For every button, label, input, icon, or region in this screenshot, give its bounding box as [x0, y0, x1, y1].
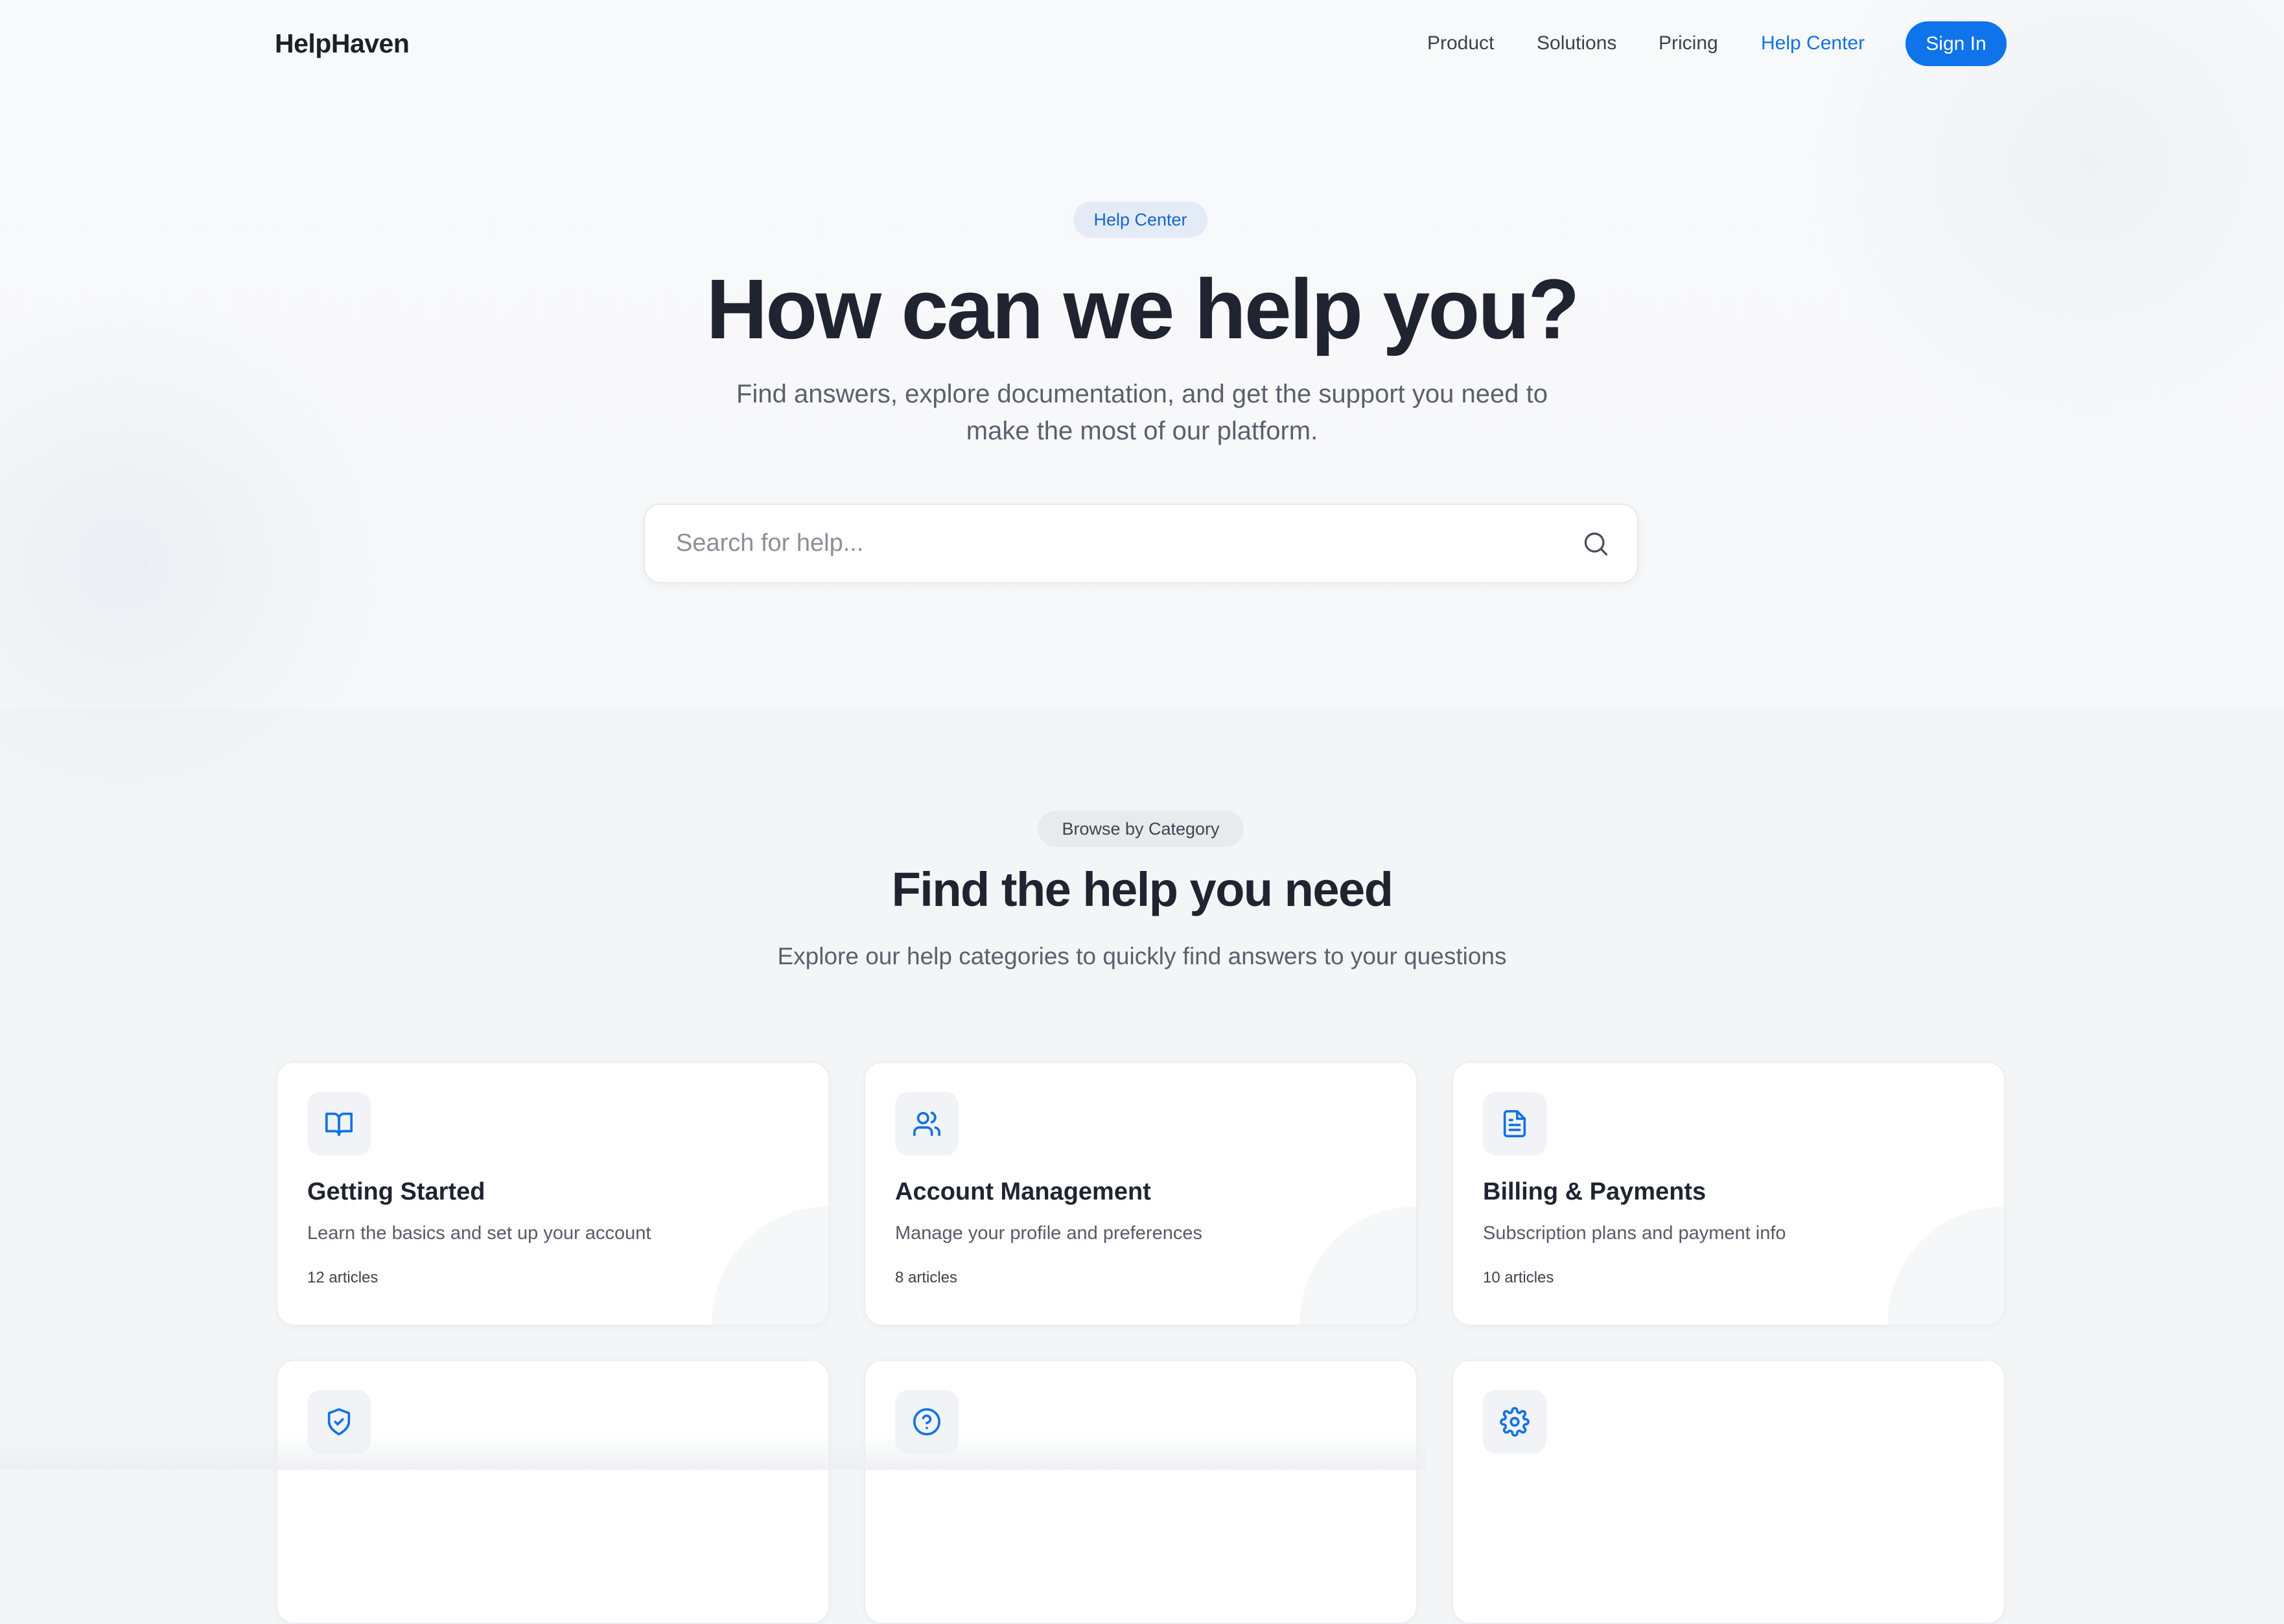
card-title: Getting Started	[307, 1178, 485, 1205]
category-card-settings[interactable]	[1452, 1360, 2005, 1624]
settings-gear-icon	[1500, 1407, 1530, 1437]
search-box	[644, 504, 1638, 583]
nav-link-product[interactable]: Product	[1427, 32, 1494, 54]
help-center-badge: Help Center	[1073, 202, 1207, 238]
card-icon-box	[307, 1092, 371, 1155]
card-description: Manage your profile and preferences	[895, 1223, 1202, 1244]
users-icon	[913, 1111, 940, 1137]
hero-subtitle-line-2: make the most of our platform.	[966, 417, 1318, 445]
category-card-account-management[interactable]: Account Management Manage your profile a…	[864, 1061, 1417, 1326]
card-decoration	[712, 1207, 828, 1325]
hero-subtitle-line-1: Find answers, explore documentation, and…	[736, 380, 1548, 408]
card-description: Learn the basics and set up your account	[307, 1223, 651, 1244]
card-article-count: 10 articles	[1483, 1269, 1554, 1286]
shield-check-icon	[327, 1408, 351, 1435]
card-icon-box	[1483, 1390, 1546, 1454]
nav-link-help-center[interactable]: Help Center	[1761, 32, 1865, 54]
card-article-count: 12 articles	[307, 1269, 379, 1286]
search-input[interactable]	[676, 505, 1544, 582]
hero-title: How can we help you?	[706, 261, 1580, 356]
help-circle-icon	[913, 1408, 940, 1435]
category-card-security[interactable]	[276, 1360, 830, 1624]
card-icon-box	[1483, 1092, 1546, 1155]
categories-title: Find the help you need	[891, 863, 1393, 916]
category-card-getting-started[interactable]: Getting Started Learn the basics and set…	[276, 1061, 830, 1326]
card-decoration	[1299, 1207, 1416, 1325]
hero-subtitle: Find answers, explore documentation, and…	[688, 376, 1596, 450]
categories-subtitle: Explore our help categories to quickly f…	[777, 943, 1507, 969]
search-icon[interactable]	[1581, 529, 1610, 558]
card-title: Billing & Payments	[1483, 1178, 1707, 1205]
sign-in-button[interactable]: Sign In	[1905, 21, 2007, 66]
category-card-faq[interactable]	[864, 1360, 1417, 1624]
top-navbar: HelpHaven Product Solutions Pricing Help…	[0, 0, 2284, 88]
card-title: Account Management	[895, 1178, 1151, 1205]
category-card-billing-payments[interactable]: Billing & Payments Subscription plans an…	[1452, 1061, 2005, 1326]
file-text-icon	[1503, 1110, 1526, 1137]
card-icon-box	[895, 1092, 959, 1155]
bottom-fade-overlay	[0, 1435, 1426, 1470]
brand-logo[interactable]: HelpHaven	[275, 29, 410, 59]
card-article-count: 8 articles	[895, 1269, 958, 1286]
nav-link-solutions[interactable]: Solutions	[1537, 32, 1616, 54]
card-description: Subscription plans and payment info	[1483, 1223, 1786, 1244]
book-open-icon	[325, 1112, 353, 1137]
card-decoration	[1887, 1207, 2004, 1325]
nav-link-pricing[interactable]: Pricing	[1659, 32, 1718, 54]
browse-by-category-badge: Browse by Category	[1038, 811, 1244, 847]
